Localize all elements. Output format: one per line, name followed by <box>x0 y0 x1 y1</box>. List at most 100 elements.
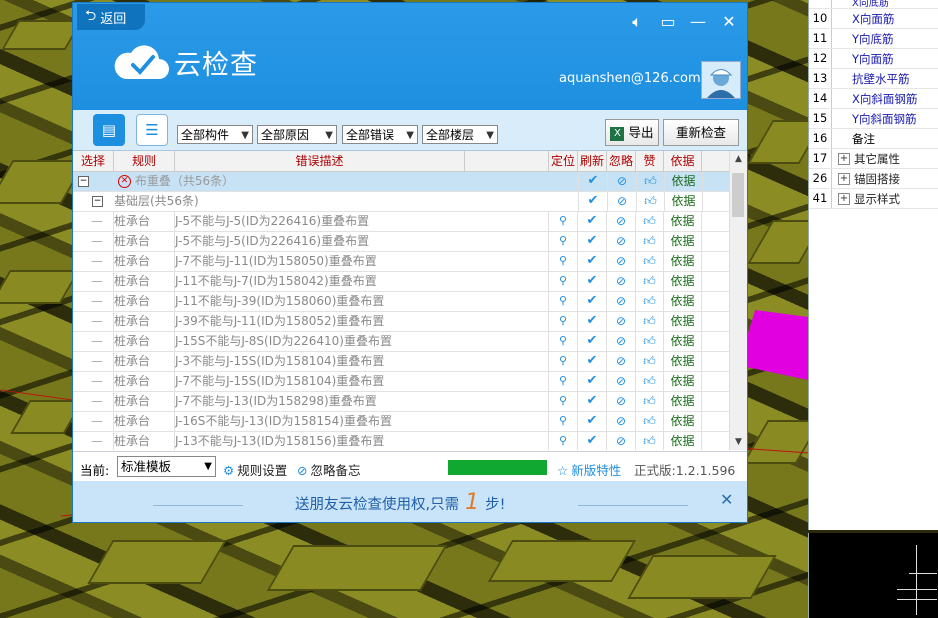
table-row[interactable]: — 桩承台 J-16S不能与J-13(ID为158154)重叠布置 ⚲ ✔ ⊘ 👍︎ 依据 <box>73 412 747 432</box>
expand-icon[interactable]: + <box>838 152 850 165</box>
property-row[interactable]: 16 备注 <box>809 129 938 149</box>
basis-link[interactable]: 依据 <box>665 192 703 211</box>
basis-link[interactable]: 依据 <box>665 172 703 191</box>
locate-icon[interactable]: ⚲ <box>549 272 578 291</box>
basis-link[interactable]: 依据 <box>664 332 702 351</box>
table-row[interactable]: — 桩承台 J-13不能与J-13(ID为158156)重叠布置 ⚲ ✔ ⊘ 👍︎ 依据 <box>73 432 747 450</box>
tree-view-icon[interactable]: ☰ <box>136 114 168 146</box>
component-filter[interactable]: 全部构件 ▼ <box>177 125 253 144</box>
basis-link[interactable]: 依据 <box>664 392 702 411</box>
export-button[interactable]: X 导出 <box>605 119 659 146</box>
ignore-icon[interactable]: ⊘ <box>608 172 637 191</box>
basis-link[interactable]: 依据 <box>664 372 702 391</box>
basis-link[interactable]: 依据 <box>664 432 702 450</box>
property-row[interactable]: 12 Y向面筋 <box>809 49 938 69</box>
ignore-icon[interactable]: ⊘ <box>607 432 636 450</box>
expand-icon[interactable]: + <box>838 172 850 185</box>
refresh-icon[interactable]: ✔ <box>578 412 607 431</box>
like-icon[interactable]: 👍︎ <box>636 272 664 291</box>
col-rule[interactable]: 规则 <box>114 151 175 171</box>
refresh-icon[interactable]: ✔ <box>578 272 607 291</box>
vertical-scrollbar[interactable]: ▲ ▼ <box>729 151 747 450</box>
scroll-thumb[interactable] <box>732 173 744 217</box>
table-row[interactable]: — 桩承台 J-11不能与J-39(ID为158060)重叠布置 ⚲ ✔ ⊘ 👍︎ 依据 <box>73 292 747 312</box>
property-row[interactable]: 13 抗壁水平筋 <box>809 69 938 89</box>
refresh-icon[interactable]: ✔ <box>578 252 607 271</box>
col-desc[interactable]: 错误描述 <box>175 151 465 171</box>
mini-view[interactable] <box>808 533 938 618</box>
property-row[interactable]: X向底筋 <box>809 0 938 9</box>
table-row[interactable]: — 桩承台 J-3不能与J-15S(ID为158104)重叠布置 ⚲ ✔ ⊘ 👍︎ 依据 <box>73 352 747 372</box>
scroll-down-icon[interactable]: ▼ <box>730 437 747 447</box>
col-basis[interactable]: 依据 <box>664 151 702 171</box>
like-icon[interactable]: 👍︎ <box>636 252 664 271</box>
floor-filter[interactable]: 全部楼层 ▼ <box>422 125 498 144</box>
locate-icon[interactable]: ⚲ <box>549 352 578 371</box>
close-icon[interactable]: ✕ <box>720 490 733 509</box>
ignore-icon[interactable]: ⊘ <box>607 232 636 251</box>
floor-row[interactable]: − 基础层(共56条) ✔ ⊘ 👍︎ 依据 <box>73 192 747 212</box>
property-row[interactable]: 41 + 显示样式 <box>809 189 938 209</box>
reason-filter[interactable]: 全部原因 ▼ <box>257 125 337 144</box>
refresh-icon[interactable]: ✔ <box>578 352 607 371</box>
table-row[interactable]: — 桩承台 J-7不能与J-15S(ID为158104)重叠布置 ⚲ ✔ ⊘ 👍︎ 依据 <box>73 372 747 392</box>
like-icon[interactable]: 👍︎ <box>637 192 665 211</box>
table-row[interactable]: — 桩承台 J-15S不能与J-8S(ID为226410)重叠布置 ⚲ ✔ ⊘ 👍︎ 依据 <box>73 332 747 352</box>
locate-icon[interactable]: ⚲ <box>549 212 578 231</box>
basis-link[interactable]: 依据 <box>664 272 702 291</box>
refresh-icon[interactable]: ✔ <box>578 372 607 391</box>
like-icon[interactable]: 👍︎ <box>636 372 664 391</box>
locate-icon[interactable]: ⚲ <box>549 232 578 251</box>
ignore-icon[interactable]: ⊘ <box>608 192 637 211</box>
refresh-icon[interactable]: ✔ <box>578 392 607 411</box>
like-icon[interactable]: 👍︎ <box>636 312 664 331</box>
ignore-icon[interactable]: ⊘ <box>607 252 636 271</box>
like-icon[interactable]: 👍︎ <box>637 172 665 191</box>
col-refresh[interactable]: 刷新 <box>578 151 607 171</box>
table-row[interactable]: — 桩承台 J-7不能与J-11(ID为158050)重叠布置 ⚲ ✔ ⊘ 👍︎ 依据 <box>73 252 747 272</box>
chat-icon[interactable]: ▭ <box>657 11 679 33</box>
like-icon[interactable]: 👍︎ <box>636 232 664 251</box>
locate-icon[interactable]: ⚲ <box>549 312 578 331</box>
table-row[interactable]: — 桩承台 J-7不能与J-13(ID为158298)重叠布置 ⚲ ✔ ⊘ 👍︎ 依据 <box>73 392 747 412</box>
like-icon[interactable]: 👍︎ <box>636 432 664 450</box>
collapse-icon[interactable]: − <box>92 196 103 207</box>
property-row[interactable]: 11 Y向底筋 <box>809 29 938 49</box>
refresh-icon[interactable]: ✔ <box>578 432 607 450</box>
minimize-icon[interactable]: — <box>687 11 709 33</box>
like-icon[interactable]: 👍︎ <box>636 292 664 311</box>
basis-link[interactable]: 依据 <box>664 412 702 431</box>
locate-icon[interactable]: ⚲ <box>549 392 578 411</box>
locate-icon[interactable]: ⚲ <box>549 412 578 431</box>
basis-link[interactable]: 依据 <box>664 212 702 231</box>
locate-icon[interactable]: ⚲ <box>549 432 578 450</box>
refresh-icon[interactable]: ✔ <box>578 332 607 351</box>
refresh-icon[interactable]: ✔ <box>578 292 607 311</box>
ignore-icon[interactable]: ⊘ <box>607 392 636 411</box>
promo-banner[interactable]: 送朋友云检查使用权,只需 1 步! ✕ <box>73 481 747 522</box>
like-icon[interactable]: 👍︎ <box>636 352 664 371</box>
recheck-button[interactable]: 重新检查 <box>663 119 739 146</box>
table-row[interactable]: — 桩承台 J-5不能与J-5(ID为226416)重叠布置 ⚲ ✔ ⊘ 👍︎ 依据 <box>73 212 747 232</box>
template-select[interactable]: 标准模板 ▼ <box>117 456 216 477</box>
table-row[interactable]: — 桩承台 J-11不能与J-7(ID为158042)重叠布置 ⚲ ✔ ⊘ 👍︎ 依据 <box>73 272 747 292</box>
scroll-up-icon[interactable]: ▲ <box>730 154 747 164</box>
refresh-icon[interactable]: ✔ <box>579 172 608 191</box>
refresh-icon[interactable]: ✔ <box>578 232 607 251</box>
refresh-icon[interactable]: ✔ <box>578 212 607 231</box>
ignore-icon[interactable]: ⊘ <box>607 292 636 311</box>
basis-link[interactable]: 依据 <box>664 352 702 371</box>
property-row[interactable]: 17 + 其它属性 <box>809 149 938 169</box>
table-row[interactable]: — 桩承台 J-5不能与J-5(ID为226416)重叠布置 ⚲ ✔ ⊘ 👍︎ 依据 <box>73 232 747 252</box>
list-view-icon[interactable]: ▤ <box>93 114 125 146</box>
like-icon[interactable]: 👍︎ <box>636 392 664 411</box>
like-icon[interactable]: 👍︎ <box>636 412 664 431</box>
property-row[interactable]: 15 Y向斜面钢筋 <box>809 109 938 129</box>
like-icon[interactable]: 👍︎ <box>636 212 664 231</box>
col-select[interactable]: 选择 <box>73 151 114 171</box>
avatar[interactable] <box>701 61 741 99</box>
locate-icon[interactable]: ⚲ <box>549 332 578 351</box>
like-icon[interactable]: 👍︎ <box>636 332 664 351</box>
refresh-icon[interactable]: ✔ <box>579 192 608 211</box>
col-like[interactable]: 赞 <box>636 151 664 171</box>
